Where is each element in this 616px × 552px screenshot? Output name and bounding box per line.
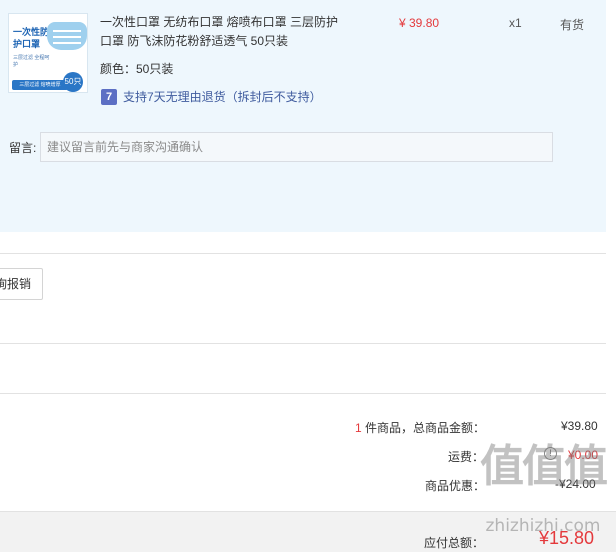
- memo-label: 留言:: [9, 141, 37, 155]
- product-color-spec: 颜色：50只装: [100, 62, 174, 76]
- quantity: x1: [509, 16, 522, 30]
- item-count-suffix: 件商品，总商品金额：: [361, 421, 486, 435]
- goods-count-label: 1 件商品，总商品金额：: [355, 419, 485, 436]
- thumbnail-band: 三层过滤 熔喷增厚: [12, 80, 68, 90]
- product-title-link[interactable]: 一次性口罩 无纺布口罩 熔喷布口罩 三层防护口罩 防飞沫防花粉舒适透气 50只装: [100, 13, 345, 51]
- return-policy-text: 支持7天无理由退货（拆封后不支持）: [123, 90, 322, 104]
- mask-icon: [47, 22, 87, 50]
- item-count: 1: [355, 421, 362, 435]
- invoice-button[interactable]: 询报销: [0, 268, 43, 300]
- divider: [0, 393, 606, 394]
- watermark-logo: 值值值: [480, 441, 608, 492]
- unit-price: ¥ 39.80: [399, 16, 440, 30]
- divider: [0, 253, 606, 254]
- stock-status: 有货: [560, 18, 585, 32]
- seven-day-return-icon: 7: [101, 88, 117, 105]
- product-thumbnail[interactable]: 一次性防护口罩 三层过滤 全程呵护 三层过滤 熔喷增厚 50只: [8, 13, 88, 93]
- discount-label: 商品优惠：: [425, 479, 486, 493]
- return-policy: 7 支持7天无理由退货（拆封后不支持）: [101, 88, 322, 105]
- memo-input[interactable]: [40, 132, 553, 162]
- order-item-panel: 一次性防护口罩 三层过滤 全程呵护 三层过滤 熔喷增厚 50只 一次性口罩 无纺…: [0, 0, 606, 232]
- watermark-url: zhizhizhi.com: [485, 516, 601, 536]
- goods-total: ¥39.80: [561, 419, 598, 433]
- thumbnail-title: 一次性防护口罩: [13, 27, 50, 49]
- divider: [0, 343, 606, 344]
- thumbnail-count-badge: 50只: [63, 72, 83, 92]
- payable-label: 应付总额：: [424, 536, 485, 550]
- thumbnail-subtitle: 三层过滤 全程呵护: [13, 55, 50, 68]
